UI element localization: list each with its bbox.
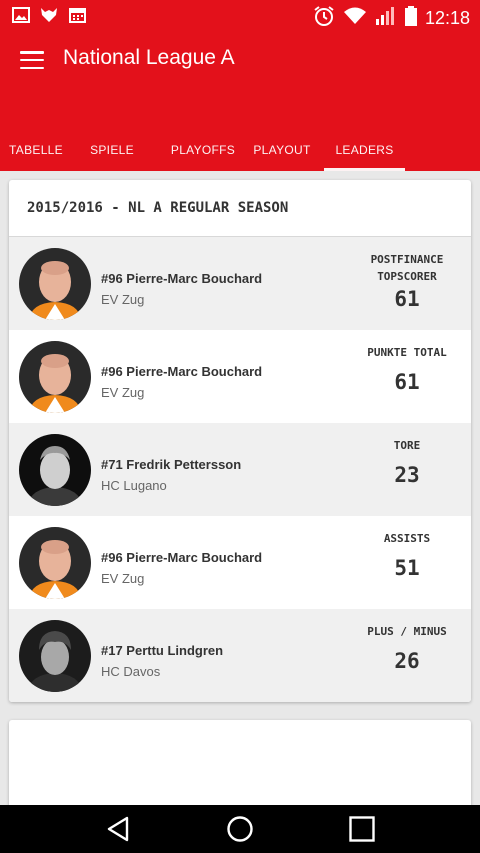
app-bar: National League A TABELLE SPIELE PLAYOFF… — [0, 32, 480, 171]
stat-label-line: ASSISTS — [383, 532, 431, 545]
stat-label: PLUS / MINUS — [357, 623, 457, 640]
leader-row[interactable]: #17 Perttu Lindgren HC Davos PLUS / MINU… — [9, 609, 471, 702]
status-left-icons — [12, 6, 86, 24]
player-name: #96 Pierre-Marc Bouchard — [101, 271, 263, 286]
stat-value: 23 — [394, 463, 420, 487]
leader-row[interactable]: #96 Pierre-Marc Bouchard EV Zug POSTFINA… — [9, 237, 471, 330]
player-team: EV Zug — [101, 292, 145, 307]
tab-playout[interactable]: PLAYOUT — [246, 129, 318, 171]
player-team: EV Zug — [101, 571, 145, 586]
fox-icon — [40, 6, 58, 24]
hamburger-menu-icon[interactable] — [20, 51, 44, 69]
player-team: HC Lugano — [101, 478, 167, 493]
avatar — [19, 434, 91, 506]
stat-label-line: PLUS / MINUS — [367, 625, 447, 638]
stat-value: 61 — [394, 287, 420, 311]
clock-time: 12:18 — [424, 8, 470, 28]
status-right-icons: 12:18 — [313, 5, 470, 32]
player-name: #17 Perttu Lindgren — [101, 643, 224, 658]
stat-label: POSTFINANCE TOPSCORER — [357, 251, 457, 285]
player-team: HC Davos — [101, 664, 161, 679]
tab-playoffs[interactable]: PLAYOFFS — [164, 129, 242, 171]
tab-leaders[interactable]: LEADERS — [324, 129, 405, 171]
leader-row[interactable]: #71 Fredrik Pettersson HC Lugano TORE 23 — [9, 423, 471, 516]
signal-icon — [375, 6, 397, 31]
stat-label-line: POSTFINANCE — [370, 253, 444, 266]
tab-spiele[interactable]: SPIELE — [78, 129, 146, 171]
battery-icon — [404, 6, 417, 31]
recents-icon[interactable] — [332, 805, 392, 853]
status-bar: 12:18 — [0, 0, 480, 32]
player-name: #96 Pierre-Marc Bouchard — [101, 550, 263, 565]
player-name: #71 Fredrik Pettersson — [101, 457, 242, 472]
season-title: 2015/2016 - NL A REGULAR SEASON — [9, 180, 471, 237]
stat-value: 26 — [394, 649, 420, 673]
avatar — [19, 341, 91, 413]
back-icon[interactable] — [88, 805, 148, 853]
image-icon — [12, 6, 30, 24]
page-title: National League A — [63, 46, 235, 69]
avatar — [19, 527, 91, 599]
stat-label: PUNKTE TOTAL — [357, 344, 457, 361]
leader-row[interactable]: #96 Pierre-Marc Bouchard EV Zug ASSISTS … — [9, 516, 471, 609]
stat-label: TORE — [357, 437, 457, 454]
stat-value: 51 — [394, 556, 420, 580]
avatar — [19, 248, 91, 320]
stat-value: 61 — [394, 370, 420, 394]
stat-label-line: TOPSCORER — [377, 270, 437, 283]
alarm-icon — [313, 5, 335, 32]
tab-bar: TABELLE SPIELE PLAYOFFS PLAYOUT LEADERS — [0, 129, 480, 171]
stat-label-line: PUNKTE TOTAL — [367, 346, 447, 359]
tab-tabelle[interactable]: TABELLE — [0, 129, 72, 171]
calendar-icon — [68, 6, 86, 24]
stat-label-line: TORE — [393, 439, 421, 452]
player-team: EV Zug — [101, 385, 145, 400]
system-nav-bar — [0, 805, 480, 853]
avatar — [19, 620, 91, 692]
home-icon[interactable] — [210, 805, 270, 853]
leader-row[interactable]: #96 Pierre-Marc Bouchard EV Zug PUNKTE T… — [9, 330, 471, 423]
player-name: #96 Pierre-Marc Bouchard — [101, 364, 263, 379]
wifi-icon — [343, 6, 367, 31]
leaders-card: 2015/2016 - NL A REGULAR SEASON #96 Pier… — [9, 180, 471, 702]
stat-label: ASSISTS — [357, 530, 457, 547]
